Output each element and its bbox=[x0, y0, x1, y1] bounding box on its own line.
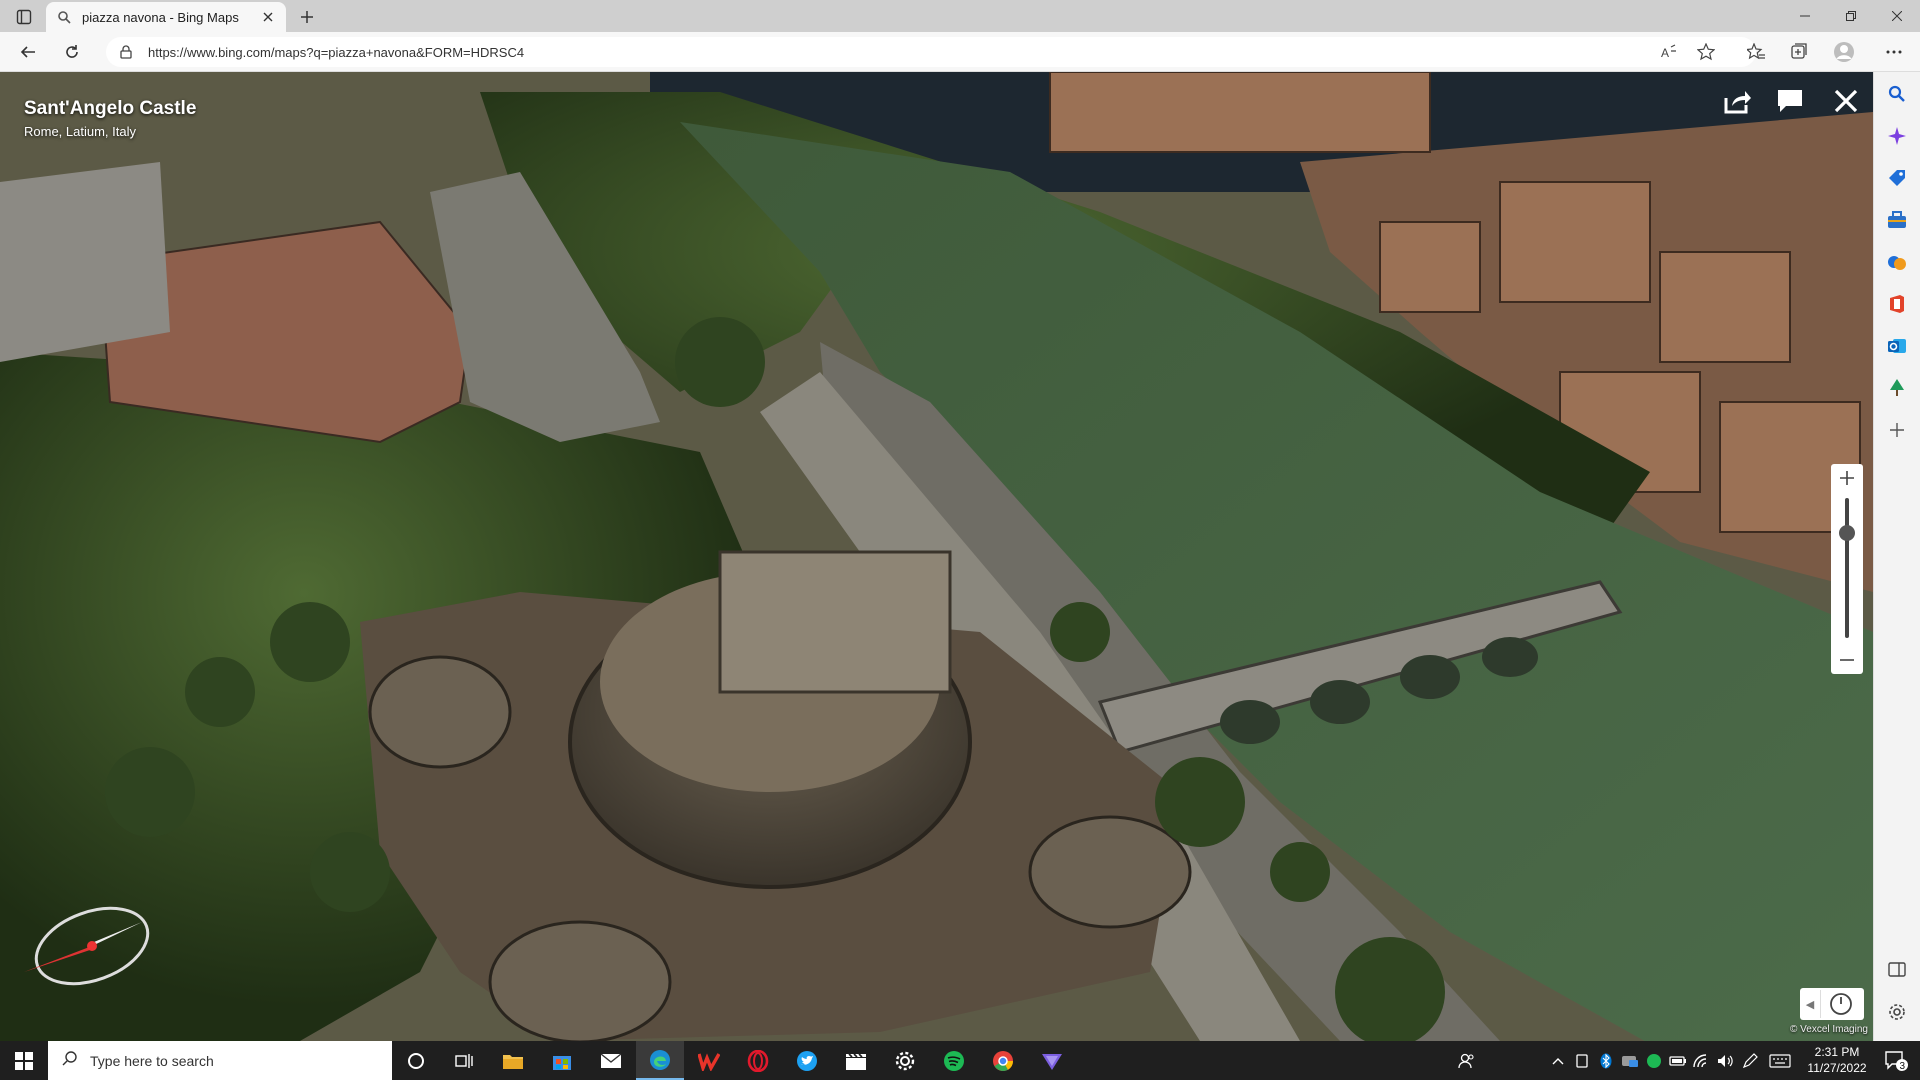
file-explorer-icon[interactable] bbox=[489, 1041, 537, 1080]
place-subtitle: Rome, Latium, Italy bbox=[24, 124, 136, 139]
lock-icon[interactable] bbox=[118, 44, 134, 60]
edge-sidebar bbox=[1873, 72, 1920, 1041]
taskbar-search-placeholder: Type here to search bbox=[90, 1052, 214, 1069]
search-favicon-icon bbox=[56, 9, 72, 25]
zoom-out-button[interactable] bbox=[1831, 646, 1863, 674]
games-icon[interactable] bbox=[1885, 250, 1909, 274]
edge-icon[interactable] bbox=[636, 1041, 684, 1080]
chevron-up-icon[interactable] bbox=[1548, 1041, 1568, 1080]
settings-icon[interactable] bbox=[881, 1041, 929, 1080]
onedrive-icon[interactable] bbox=[1620, 1041, 1640, 1080]
close-icon[interactable] bbox=[1829, 84, 1863, 118]
keyboard-icon[interactable] bbox=[1766, 1041, 1794, 1080]
wifi-icon[interactable] bbox=[1692, 1041, 1712, 1080]
minimize-icon[interactable] bbox=[1782, 0, 1828, 32]
tab-title: piazza navona - Bing Maps bbox=[82, 9, 239, 25]
chrome-icon[interactable] bbox=[979, 1041, 1027, 1080]
window-close-icon[interactable] bbox=[1874, 0, 1920, 32]
clapper-icon[interactable] bbox=[832, 1041, 880, 1080]
restore-icon[interactable] bbox=[1828, 0, 1874, 32]
split-screen-icon[interactable] bbox=[1885, 958, 1909, 982]
opera-icon[interactable] bbox=[734, 1041, 782, 1080]
cortana-icon[interactable] bbox=[392, 1041, 440, 1080]
collections-icon[interactable] bbox=[1786, 40, 1810, 64]
chevron-left-icon: ◀ bbox=[1805, 998, 1815, 1011]
feedback-icon[interactable] bbox=[1773, 84, 1807, 118]
place-title: Sant'Angelo Castle bbox=[24, 98, 197, 119]
map-3d-view[interactable]: Sant'Angelo Castle Rome, Latium, Italy ◀ bbox=[0, 72, 1873, 1041]
copilot-icon[interactable] bbox=[1885, 124, 1909, 148]
bluetooth-icon[interactable] bbox=[1596, 1041, 1616, 1080]
browser-toolbar: https://www.bing.com/maps?q=piazza+navon… bbox=[0, 32, 1920, 72]
search-icon[interactable] bbox=[1885, 82, 1909, 106]
store-icon[interactable] bbox=[538, 1041, 586, 1080]
tab-close-icon[interactable] bbox=[260, 9, 276, 25]
imagery-copyright: © Vexcel Imaging bbox=[1790, 1024, 1868, 1035]
zoom-in-button[interactable] bbox=[1831, 464, 1863, 492]
notification-center-icon[interactable]: 3 bbox=[1876, 1041, 1916, 1080]
url-text: https://www.bing.com/maps?q=piazza+navon… bbox=[148, 44, 525, 60]
outlook-icon[interactable] bbox=[1885, 334, 1909, 358]
mail-icon[interactable] bbox=[587, 1041, 635, 1080]
profile-avatar-icon[interactable] bbox=[1832, 40, 1856, 64]
shopping-tag-icon[interactable] bbox=[1885, 166, 1909, 190]
back-icon[interactable] bbox=[16, 40, 40, 64]
spotify-tray-icon[interactable] bbox=[1644, 1041, 1664, 1080]
battery-icon[interactable] bbox=[1668, 1041, 1688, 1080]
windows-start-icon[interactable] bbox=[0, 1041, 48, 1080]
share-icon[interactable] bbox=[1721, 84, 1755, 118]
favorite-star-icon[interactable] bbox=[1694, 40, 1718, 64]
wps-icon[interactable] bbox=[685, 1041, 733, 1080]
zoom-control bbox=[1831, 464, 1863, 674]
tree-icon[interactable] bbox=[1885, 376, 1909, 400]
tools-icon[interactable] bbox=[1885, 208, 1909, 232]
new-tab-icon[interactable] bbox=[296, 6, 318, 28]
search-icon bbox=[62, 1050, 78, 1071]
compass-icon[interactable] bbox=[22, 902, 152, 992]
protonvpn-icon[interactable] bbox=[1028, 1041, 1076, 1080]
zoom-slider-handle[interactable] bbox=[1839, 525, 1855, 541]
clock-time: 2:31 PM bbox=[1814, 1045, 1860, 1059]
favorites-icon[interactable] bbox=[1744, 40, 1768, 64]
window-controls bbox=[1782, 0, 1920, 32]
spotify-icon[interactable] bbox=[930, 1041, 978, 1080]
pen-icon[interactable] bbox=[1740, 1041, 1760, 1080]
more-menu-icon[interactable] bbox=[1882, 40, 1906, 64]
read-aloud-icon[interactable]: A bbox=[1657, 40, 1681, 64]
tab-actions-icon[interactable] bbox=[10, 6, 38, 28]
taskbar-search-input[interactable]: Type here to search bbox=[48, 1041, 392, 1080]
battery-device-icon[interactable] bbox=[1572, 1041, 1592, 1080]
office-icon[interactable] bbox=[1885, 292, 1909, 316]
svg-text:A: A bbox=[1661, 46, 1669, 60]
time-machine-button[interactable]: ◀ bbox=[1800, 988, 1864, 1020]
clock-icon bbox=[1820, 990, 1860, 1018]
people-icon[interactable] bbox=[1452, 1041, 1482, 1080]
refresh-icon[interactable] bbox=[60, 40, 84, 64]
system-clock[interactable]: 2:31 PM 11/27/2022 bbox=[1800, 1044, 1874, 1076]
zoom-slider-track[interactable] bbox=[1845, 498, 1849, 638]
twitter-icon[interactable] bbox=[783, 1041, 831, 1080]
tab-strip: piazza navona - Bing Maps bbox=[0, 0, 1920, 32]
clock-date: 11/27/2022 bbox=[1807, 1061, 1867, 1075]
add-icon[interactable] bbox=[1885, 418, 1909, 442]
settings-icon[interactable] bbox=[1885, 1000, 1909, 1024]
volume-icon[interactable] bbox=[1716, 1041, 1736, 1080]
browser-tab[interactable]: piazza navona - Bing Maps bbox=[46, 2, 286, 32]
windows-taskbar: Type here to search 2:31 PM 11/27/2022 3 bbox=[0, 1041, 1920, 1080]
aerial-imagery bbox=[0, 72, 1873, 1041]
task-view-icon[interactable] bbox=[440, 1041, 488, 1080]
address-bar[interactable]: https://www.bing.com/maps?q=piazza+navon… bbox=[106, 37, 1756, 67]
notification-count: 3 bbox=[1900, 1061, 1906, 1072]
